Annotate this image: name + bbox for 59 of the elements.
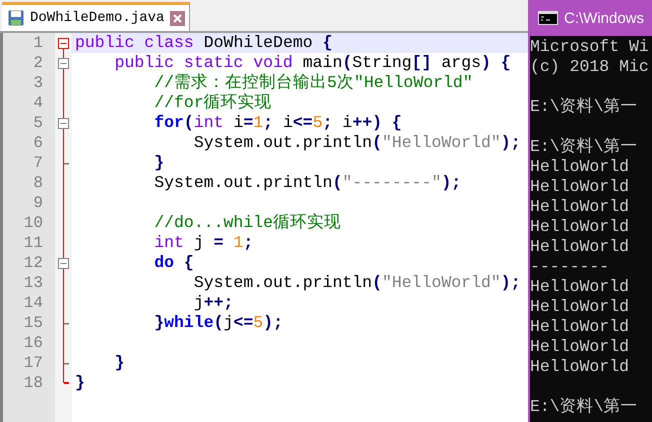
code-line: //需求：在控制台输出5次"HelloWorld" [153, 73, 473, 93]
line-number: 13 [22, 273, 43, 293]
save-icon [8, 10, 24, 26]
code-line: //for循环实现 [153, 93, 272, 113]
line-number: 11 [22, 233, 43, 253]
line-number: 5 [32, 113, 43, 133]
line-number: 16 [22, 333, 43, 353]
code-line: //do...while循环实现 [153, 213, 342, 233]
line-number: 10 [22, 213, 43, 233]
console-output-line: HelloWorld [530, 217, 630, 237]
console-output-line: Microsoft Wi [530, 37, 650, 57]
line-number: 6 [32, 133, 43, 153]
code-line: System.out.println("--------"); [153, 173, 462, 193]
code-line: }while(j<=5); [153, 313, 283, 333]
console-output-line: E:\资料\第一 [530, 97, 639, 117]
console-output-line: HelloWorld [530, 157, 630, 177]
code-line: } [153, 153, 164, 173]
code-line: public static void main(String[] args) { [114, 53, 511, 73]
code-line: for(int i=1; i<=5; i++) { [153, 113, 402, 133]
console-output-line: HelloWorld [530, 317, 630, 337]
console-output-line: HelloWorld [530, 197, 630, 217]
line-number: 12 [22, 253, 43, 273]
code-line: public class DoWhileDemo { [74, 33, 332, 53]
console-output-line: HelloWorld [530, 337, 630, 357]
console-output-line: HelloWorld [530, 357, 630, 377]
close-icon[interactable] [170, 10, 186, 26]
code-line: do { [153, 253, 194, 273]
code-line: j++; [192, 293, 234, 313]
line-number: 14 [22, 293, 43, 313]
console-output-line: HelloWorld [530, 237, 630, 257]
line-number: 1 [32, 33, 43, 53]
line-number: 2 [32, 53, 43, 73]
fold-minus-icon[interactable] [58, 38, 69, 49]
line-number: 9 [32, 193, 43, 213]
code-line: System.out.println("HelloWorld"); [192, 133, 521, 153]
code-line: int j = 1; [153, 233, 254, 253]
fold-minus-icon[interactable] [58, 58, 69, 69]
fold-minus-icon[interactable] [58, 258, 69, 269]
line-number: 4 [32, 93, 43, 113]
console-output-line: HelloWorld [530, 177, 630, 197]
line-number: 7 [32, 153, 43, 173]
code-line: } [114, 353, 125, 373]
console-output-line: HelloWorld [530, 297, 630, 317]
line-number: 8 [32, 173, 43, 193]
console-output-line: HelloWorld [530, 277, 630, 297]
code-line: System.out.println("HelloWorld"); [192, 273, 521, 293]
line-number: 15 [22, 313, 43, 333]
window-title: C:\Windows [564, 10, 644, 26]
console-output-line: -------- [530, 257, 610, 277]
code-line: } [74, 373, 85, 393]
console-output-line: (c) 2018 Mic [530, 57, 650, 77]
console-output-line: E:\资料\第一 [530, 397, 639, 417]
line-number: 3 [32, 73, 43, 93]
console-icon [538, 11, 558, 25]
line-number: 18 [22, 373, 43, 393]
line-number: 17 [22, 353, 43, 373]
fold-minus-icon[interactable] [58, 118, 69, 129]
file-tab[interactable]: DoWhileDemo.java [2, 2, 190, 31]
console-output-line: E:\资料\第一 [530, 137, 639, 157]
